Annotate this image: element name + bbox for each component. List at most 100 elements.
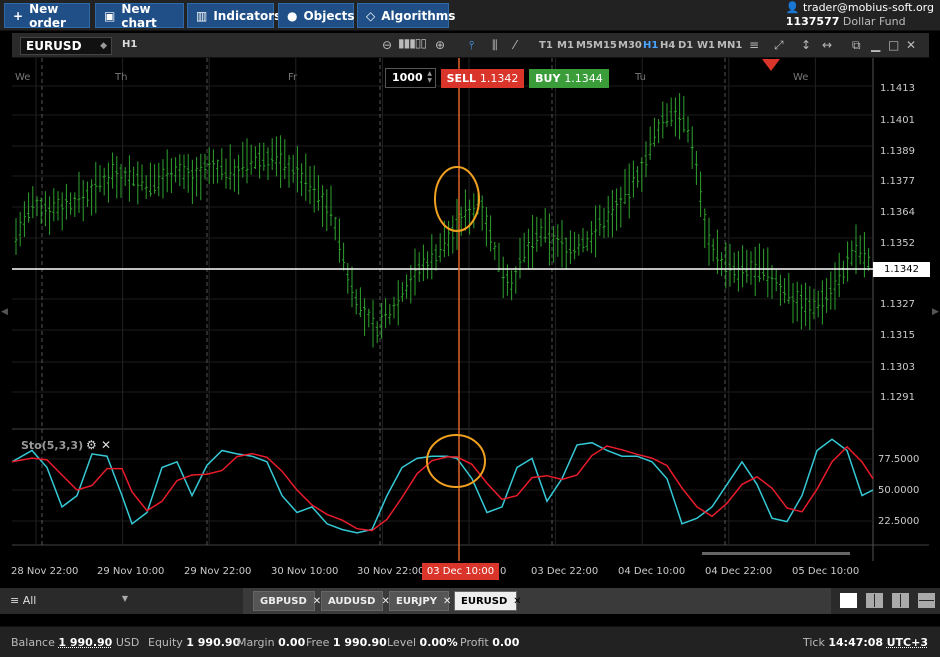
timeframe-h1[interactable]: H1 — [643, 40, 658, 51]
price-tick-label: 1.1327 — [880, 299, 915, 310]
time-scrollbar — [702, 552, 850, 555]
tick-time: Tick 14:47:08 UTC+3 — [803, 636, 928, 649]
margin-level: Level 0.00% — [387, 636, 458, 649]
line-chart-icon[interactable]: ⁄ — [514, 38, 516, 52]
chart-header: EURUSD ◆ H1 ⊖ ▮▮▮▯▯ ⊕ ⫯ ⫼ ⁄ T1 M1 M5 M15 M30 H… — [12, 33, 929, 58]
close-tab-icon[interactable]: ✕ — [443, 596, 451, 607]
detach-icon[interactable]: ⧉ — [852, 38, 861, 53]
timeframe-h4[interactable]: H4 — [660, 40, 675, 51]
buy-button[interactable]: BUY 1.1344 — [529, 69, 609, 88]
objects-button[interactable]: ● Objects — [278, 3, 355, 28]
symbol-tabs-bar: ≡ All ▼ GBPUSD ✕ AUDUSD ✕ EURJPY ✕ EURUSD ✕ — [0, 588, 940, 614]
chart-canvas — [12, 58, 929, 561]
resize-vertical-icon[interactable]: ↕ — [801, 38, 811, 52]
new-chart-button[interactable]: ▣ New chart — [95, 2, 184, 30]
symbol-select[interactable]: EURUSD ◆ — [20, 37, 112, 55]
timeframe-m1[interactable]: M1 — [557, 40, 574, 51]
zoom-slider[interactable]: ▮▮▮▯▯ — [398, 36, 427, 50]
updown-icon: ◆ — [100, 41, 107, 51]
price-tick-label: 1.1364 — [880, 207, 915, 218]
tab-eurjpy[interactable]: EURJPY ✕ — [389, 591, 451, 611]
time-tick-label: 30 Nov 22:00 — [357, 566, 425, 577]
timeframe-mn1[interactable]: MN1 — [717, 40, 742, 51]
sell-button[interactable]: SELL 1.1342 — [441, 69, 524, 88]
account-user: trader@mobius-soft.org — [803, 1, 934, 14]
single-layout-icon[interactable] — [840, 593, 857, 608]
tab-label: EURJPY — [396, 596, 437, 607]
candlestick-icon[interactable]: ⫼ — [492, 38, 498, 53]
time-tick-label: 28 Nov 22:00 — [11, 566, 79, 577]
resize-diagonal-icon[interactable]: ⤢ — [774, 38, 784, 53]
tab-label: EURUSD — [461, 596, 508, 607]
main-toolbar: + New order ▣ New chart ▥ Indicators ● Objec… — [0, 0, 940, 31]
new-order-button[interactable]: + New order — [4, 2, 90, 30]
chevron-down-icon: ▼ — [121, 594, 128, 603]
indicators-button[interactable]: ▥ Indicators — [187, 3, 281, 28]
status-bar: Balance 1 990.90 USD Equity 1 990.90 Mar… — [0, 626, 940, 657]
tab-label: GBPUSD — [260, 596, 307, 607]
list-icon: ≡ — [10, 594, 20, 607]
account-number: 1137577 — [785, 15, 840, 28]
horizontal-layout-icon[interactable] — [918, 593, 935, 608]
time-tick-label: 05 Dec 10:00 — [792, 566, 860, 577]
spinner-icon[interactable]: ▲ ▼ — [427, 70, 432, 84]
tab-audusd[interactable]: AUDUSD ✕ — [321, 591, 390, 611]
resize-horizontal-icon[interactable]: ↔ — [822, 38, 832, 52]
grid-layout-icon[interactable] — [866, 593, 883, 608]
tab-gbpusd[interactable]: GBPUSD ✕ — [253, 591, 321, 611]
maximize-icon[interactable]: □ — [888, 38, 899, 52]
diamond-icon: ◇ — [366, 8, 376, 23]
account-fund: Dollar Fund — [842, 15, 906, 28]
objects-icon: ● — [287, 8, 298, 23]
price-tick-label: 1.1303 — [880, 362, 915, 373]
bar-chart-icon[interactable]: ⫯ — [469, 38, 474, 53]
time-tick-label: 29 Nov 10:00 — [97, 566, 165, 577]
tab-label: AUDUSD — [328, 596, 376, 607]
free-margin: Free 1 990.90 — [306, 636, 387, 649]
bars-icon: ▥ — [196, 8, 208, 23]
price-tick-label: 1.1377 — [880, 176, 915, 187]
left-arrow-icon[interactable]: ◀ — [1, 307, 8, 317]
right-arrow-icon[interactable]: ▶ — [932, 307, 939, 317]
time-tick-label: 04 Dec 22:00 — [705, 566, 773, 577]
price-tick-label: 1.1401 — [880, 115, 915, 126]
time-tick-label: 0 — [500, 566, 507, 577]
price-tick-label: 1.1291 — [880, 392, 915, 403]
timeframe-m15[interactable]: M15 — [593, 40, 617, 51]
stochastic-level-label: 22.5000 — [878, 516, 920, 527]
close-tab-icon[interactable]: ✕ — [313, 596, 321, 607]
user-icon: 👤 — [785, 1, 800, 14]
profit: Profit 0.00 — [460, 636, 520, 649]
minimize-icon[interactable]: ▁ — [871, 38, 880, 52]
gear-icon[interactable]: ⚙ — [86, 438, 97, 452]
close-tab-icon[interactable]: ✕ — [513, 596, 521, 607]
timeframe-w1[interactable]: W1 — [697, 40, 715, 51]
margin: Margin 0.00 — [237, 636, 306, 649]
timeframe-t1[interactable]: T1 — [539, 40, 553, 51]
close-icon[interactable]: ✕ — [906, 38, 916, 52]
price-chart[interactable] — [12, 58, 929, 561]
price-tick-label: 1.1413 — [880, 83, 915, 94]
timeframe-label: H1 — [122, 39, 138, 50]
timeframe-d1[interactable]: D1 — [678, 40, 693, 51]
zoom-out-icon[interactable]: ⊖ — [382, 38, 392, 52]
chart-settings-icon[interactable]: ≡ — [749, 38, 759, 52]
stochastic-label: Sto(5,3,3) — [21, 439, 84, 452]
balance: Balance 1 990.90 USD — [11, 636, 140, 649]
algorithms-button[interactable]: ◇ Algorithms — [357, 3, 455, 28]
tab-eurusd[interactable]: EURUSD ✕ — [454, 591, 522, 611]
timeframe-m5[interactable]: M5 — [576, 40, 593, 51]
chart-icon: ▣ — [104, 8, 116, 23]
tab-filter-select[interactable]: ≡ All ▼ — [10, 594, 128, 607]
vertical-layout-icon[interactable] — [892, 593, 909, 608]
plus-icon: + — [13, 8, 24, 23]
time-tick-label: 04 Dec 10:00 — [618, 566, 686, 577]
account-info[interactable]: 👤 trader@mobius-soft.org 1137577 Dollar … — [786, 1, 934, 29]
time-tick-label: 03 Dec 22:00 — [531, 566, 599, 577]
chart-background — [12, 58, 873, 561]
close-indicator-icon[interactable]: ✕ — [101, 438, 111, 452]
zoom-in-icon[interactable]: ⊕ — [435, 38, 445, 52]
timeframe-m30[interactable]: M30 — [618, 40, 642, 51]
time-tick-label: 30 Nov 10:00 — [271, 566, 339, 577]
order-quantity-input[interactable]: 1000 ▲ ▼ — [385, 68, 436, 88]
